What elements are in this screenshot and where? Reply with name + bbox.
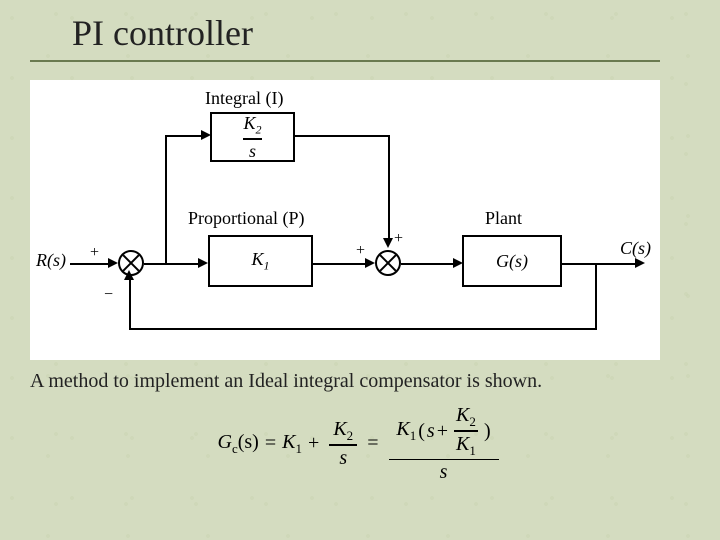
eq-s2: s bbox=[427, 421, 435, 441]
summing-junction bbox=[375, 250, 401, 276]
plus-sign: + bbox=[90, 244, 99, 262]
proportional-label: Proportional (P) bbox=[188, 208, 305, 229]
k2-symbol: K bbox=[243, 113, 255, 133]
eq-equals: = bbox=[265, 432, 276, 455]
arrow-icon bbox=[383, 238, 393, 248]
eq-k2: K bbox=[333, 418, 346, 440]
block-diagram: R(s) + − Integral (I) K2 s Proportional … bbox=[30, 80, 660, 360]
proportional-block: K1 bbox=[208, 235, 313, 287]
eq-sub2b: 2 bbox=[469, 414, 476, 429]
plant-label: Plant bbox=[485, 208, 522, 229]
k2-sub: 2 bbox=[256, 123, 262, 137]
wire bbox=[165, 135, 203, 137]
plus-sign: + bbox=[394, 230, 403, 248]
eq-plus2: + bbox=[437, 421, 448, 441]
eq-s-arg: (s) bbox=[238, 431, 259, 453]
wire bbox=[70, 263, 110, 265]
eq-s3: s bbox=[440, 460, 448, 482]
eq-lparen: ( bbox=[418, 421, 425, 441]
eq-plus: + bbox=[308, 432, 319, 455]
eq-sub1b: 1 bbox=[410, 428, 417, 443]
plus-sign: + bbox=[356, 242, 365, 260]
wire bbox=[129, 328, 597, 330]
arrow-icon bbox=[108, 258, 118, 268]
eq-k2b: K bbox=[456, 404, 469, 426]
eq-rparen: ) bbox=[484, 421, 491, 441]
k1-symbol: K bbox=[251, 249, 263, 269]
arrow-icon bbox=[365, 258, 375, 268]
caption-text: A method to implement an Ideal integral … bbox=[30, 370, 720, 393]
wire bbox=[295, 135, 390, 137]
arrow-icon bbox=[635, 258, 645, 268]
eq-k1b: K bbox=[396, 418, 409, 440]
eq-k1c: K bbox=[456, 433, 469, 455]
output-label: C(s) bbox=[620, 238, 651, 259]
minus-sign: − bbox=[104, 286, 113, 304]
wire bbox=[165, 135, 167, 265]
wire bbox=[144, 263, 200, 265]
integral-label: Integral (I) bbox=[205, 88, 283, 109]
eq-sub1: 1 bbox=[295, 441, 302, 456]
k1-sub: 1 bbox=[264, 258, 270, 272]
eq-s: s bbox=[339, 446, 347, 468]
wire bbox=[401, 263, 455, 265]
compensator-equation: Gc(s) = K1 + K2 s = K1 ( s + K2 K1 ) s bbox=[150, 405, 570, 482]
eq-k1: K bbox=[282, 431, 295, 453]
wire bbox=[313, 263, 367, 265]
wire bbox=[562, 263, 637, 265]
arrow-icon bbox=[198, 258, 208, 268]
eq-sub2: 2 bbox=[347, 428, 354, 443]
integral-block: K2 s bbox=[210, 112, 295, 162]
slide-title: PI controller bbox=[30, 0, 660, 62]
eq-sub1c: 1 bbox=[469, 443, 476, 458]
s-symbol: s bbox=[249, 140, 256, 160]
input-label: R(s) bbox=[36, 250, 66, 271]
eq-equals-2: = bbox=[367, 432, 378, 455]
wire bbox=[595, 263, 597, 330]
eq-gc: G bbox=[217, 431, 231, 453]
arrow-icon bbox=[124, 270, 134, 280]
g-symbol: G(s) bbox=[496, 251, 528, 272]
plant-block: G(s) bbox=[462, 235, 562, 287]
wire bbox=[388, 135, 390, 240]
wire bbox=[129, 278, 131, 330]
